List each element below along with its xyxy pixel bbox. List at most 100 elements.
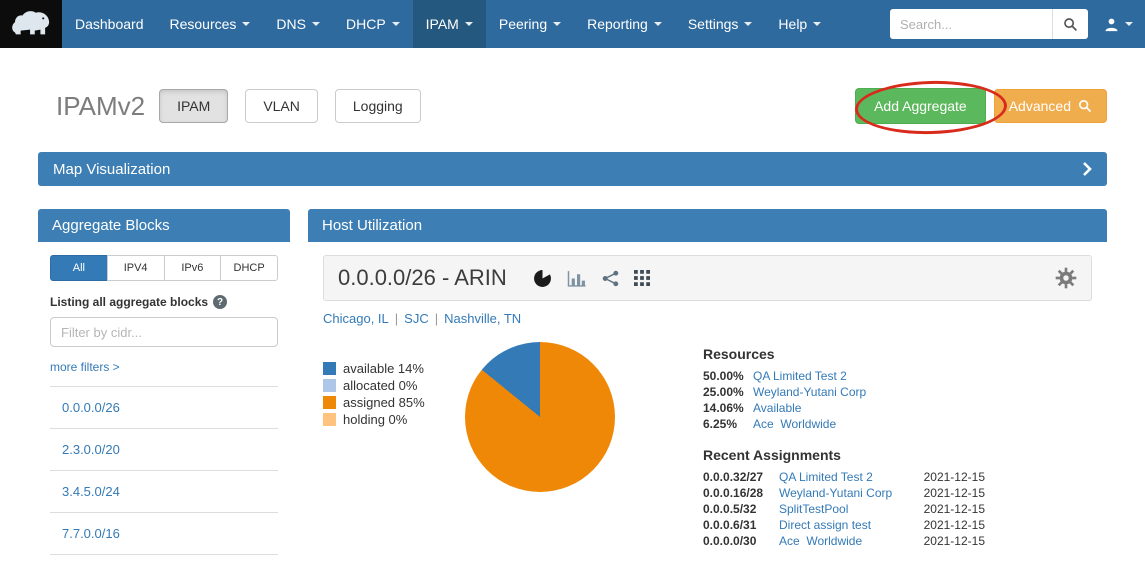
legend-swatch (323, 413, 336, 426)
nav-item-peering[interactable]: Peering (486, 0, 574, 48)
aggregate-block-link[interactable]: 0.0.0.0/26 (62, 400, 120, 415)
breadcrumb-link-sjc[interactable]: SJC (404, 311, 429, 326)
aggregate-block-item[interactable]: 3.4.5.0/24 (50, 470, 278, 512)
ipam-view-button[interactable]: IPAM (159, 89, 228, 123)
assignment-date: 2021-12-15 (913, 533, 985, 549)
breadcrumb-link-chicago[interactable]: Chicago, IL (323, 311, 389, 326)
tab-ipv4[interactable]: IPV4 (107, 255, 165, 281)
block-toolbar: 0.0.0.0/26 - ARIN (323, 255, 1092, 301)
chevron-down-icon (654, 22, 662, 26)
aggregate-block-link[interactable]: 7.7.0.0/16 (62, 526, 120, 541)
pie-legend: available 14% allocated 0% assigned 85% … (323, 336, 455, 549)
search-icon (1078, 99, 1092, 113)
aggregate-block-link[interactable]: 3.4.5.0/24 (62, 484, 120, 499)
logo[interactable] (0, 0, 62, 48)
nav-item-help[interactable]: Help (765, 0, 834, 48)
aggregate-block-item[interactable]: 2.3.0.0/20 (50, 428, 278, 470)
resource-link[interactable]: Ace Worldwide (753, 416, 836, 432)
legend-item-allocated: allocated 0% (323, 377, 455, 394)
chevron-down-icon (312, 22, 320, 26)
nav-label: Reporting (587, 16, 648, 32)
assignment-cidr: 0.0.0.32/27 (703, 469, 779, 485)
gear-icon[interactable] (1055, 267, 1077, 289)
tab-all[interactable]: All (50, 255, 108, 281)
search-group (890, 9, 1088, 39)
aggregate-block-list: 0.0.0.0/26 2.3.0.0/20 3.4.5.0/24 7.7.0.0… (50, 386, 278, 580)
bar-chart-icon[interactable] (567, 270, 587, 287)
page-title: IPAMv2 (56, 91, 145, 122)
content-columns: Aggregate Blocks All IPV4 IPv6 DHCP List… (38, 209, 1107, 580)
nav-label: Resources (170, 16, 237, 32)
assignment-row: 0.0.0.16/28 Weyland-Yutani Corp 2021-12-… (703, 485, 985, 501)
navbar: Dashboard Resources DNS DHCP IPAM Peerin… (0, 0, 1145, 48)
assignment-link[interactable]: Ace Worldwide (779, 534, 862, 548)
tab-dhcp[interactable]: DHCP (220, 255, 278, 281)
nav-item-dhcp[interactable]: DHCP (333, 0, 413, 48)
assignment-link[interactable]: SplitTestPool (779, 502, 848, 516)
vlan-view-button[interactable]: VLAN (245, 89, 318, 123)
aggregate-block-item[interactable]: 7.7.0.0/16 (50, 512, 278, 554)
breadcrumb-separator: | (395, 311, 398, 326)
page-header: IPAMv2 IPAM VLAN Logging Add Aggregate A… (38, 88, 1107, 124)
aggregate-block-link[interactable]: 2.3.0.0/20 (62, 442, 120, 457)
nav-item-settings[interactable]: Settings (675, 0, 766, 48)
nav-item-reporting[interactable]: Reporting (574, 0, 675, 48)
map-visualization-bar[interactable]: Map Visualization (38, 152, 1107, 186)
breadcrumb: Chicago, IL|SJC|Nashville, TN (323, 311, 1092, 326)
resource-link[interactable]: Weyland-Yutani Corp (753, 384, 866, 400)
help-icon[interactable]: ? (213, 295, 227, 309)
assignment-link[interactable]: QA Limited Test 2 (779, 470, 873, 484)
main-nav: Dashboard Resources DNS DHCP IPAM Peerin… (62, 0, 834, 48)
assignment-link[interactable]: Direct assign test (779, 518, 871, 532)
assignment-date: 2021-12-15 (913, 485, 985, 501)
search-input[interactable] (890, 9, 1052, 39)
cidr-filter-input[interactable] (50, 317, 278, 347)
chevron-down-icon (242, 22, 250, 26)
resource-percent: 50.00% (703, 368, 753, 384)
advanced-button[interactable]: Advanced (994, 89, 1107, 123)
listing-label-row: Listing all aggregate blocks ? (50, 295, 278, 309)
advanced-button-label: Advanced (1009, 98, 1071, 114)
legend-item-available: available 14% (323, 360, 455, 377)
assignment-link[interactable]: Weyland-Yutani Corp (779, 486, 892, 500)
breadcrumb-link-nashville[interactable]: Nashville, TN (444, 311, 521, 326)
aggregate-block-item-partial[interactable] (50, 554, 278, 580)
grid-icon[interactable] (634, 270, 650, 286)
logging-view-button[interactable]: Logging (335, 89, 421, 123)
resource-row: 6.25% Ace Worldwide (703, 416, 985, 432)
tab-ipv6[interactable]: IPv6 (164, 255, 222, 281)
assignment-cidr: 0.0.0.6/31 (703, 517, 779, 533)
chevron-down-icon (553, 22, 561, 26)
legend-item-assigned: assigned 85% (323, 394, 455, 411)
resource-link[interactable]: Available (753, 400, 801, 416)
nav-item-dns[interactable]: DNS (263, 0, 333, 48)
nav-item-dashboard[interactable]: Dashboard (62, 0, 157, 48)
nav-item-resources[interactable]: Resources (157, 0, 264, 48)
assignment-date: 2021-12-15 (913, 517, 985, 533)
search-button[interactable] (1052, 9, 1088, 39)
utilization-details: Resources 50.00% QA Limited Test 2 25.00… (703, 336, 985, 549)
add-aggregate-button[interactable]: Add Aggregate (855, 88, 986, 124)
aggregate-block-item[interactable]: 0.0.0.0/26 (50, 386, 278, 428)
share-icon[interactable] (602, 270, 619, 287)
bear-logo-icon (8, 8, 54, 40)
resource-percent: 6.25% (703, 416, 753, 432)
nav-label: DNS (276, 16, 306, 32)
map-visualization-label: Map Visualization (53, 161, 170, 178)
user-menu[interactable] (1104, 17, 1133, 32)
pie-chart-icon[interactable] (533, 269, 552, 288)
more-filters-link[interactable]: more filters > (50, 360, 120, 374)
legend-swatch (323, 379, 336, 392)
nav-label: IPAM (426, 16, 459, 32)
nav-item-ipam[interactable]: IPAM (413, 0, 486, 48)
block-type-tabs: All IPV4 IPv6 DHCP (50, 255, 278, 281)
block-title: 0.0.0.0/26 - ARIN (338, 265, 507, 291)
assignment-cidr: 0.0.0.16/28 (703, 485, 779, 501)
aggregate-blocks-header: Aggregate Blocks (38, 209, 290, 242)
resources-title: Resources (703, 346, 985, 362)
legend-label: holding 0% (343, 411, 407, 428)
nav-label: Dashboard (75, 16, 144, 32)
chevron-down-icon (1125, 22, 1133, 26)
resource-link[interactable]: QA Limited Test 2 (753, 368, 847, 384)
nav-label: Settings (688, 16, 739, 32)
